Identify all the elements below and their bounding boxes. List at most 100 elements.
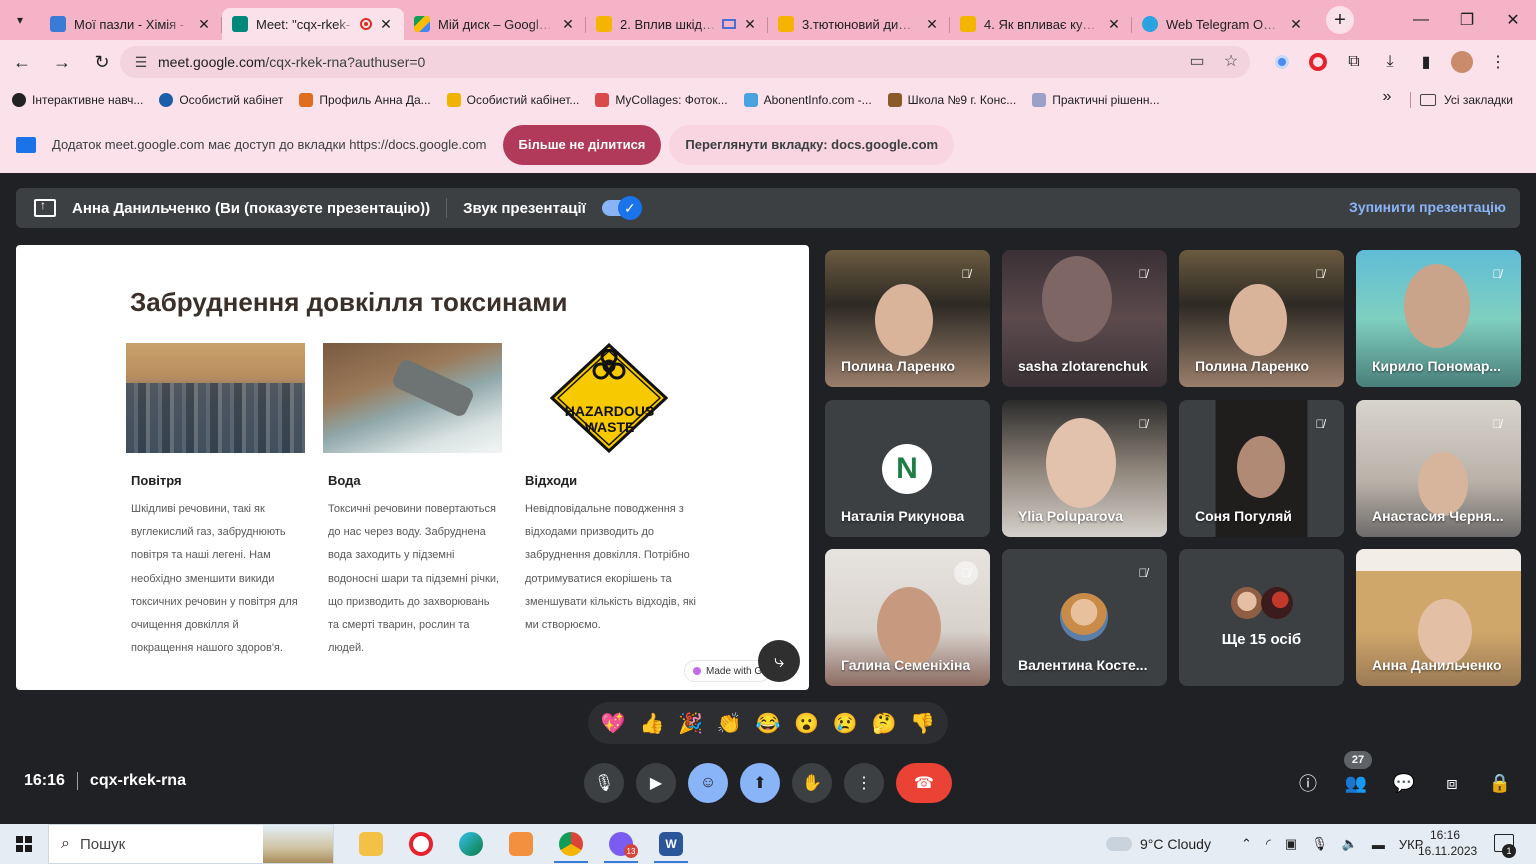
minimize-icon[interactable]: —	[1398, 0, 1444, 40]
bookmark-item[interactable]: Особистий кабінет	[151, 86, 291, 114]
opera-app[interactable]	[396, 824, 446, 864]
meet-favicon-icon	[232, 16, 248, 32]
opera-gx-app[interactable]: 13	[596, 824, 646, 864]
emoji-reactions-button[interactable]: ☺	[688, 763, 728, 803]
close-tab-icon[interactable]: ✕	[378, 16, 394, 33]
bookmark-item[interactable]: MyCollages: Фоток...	[587, 86, 735, 114]
close-window-icon[interactable]: ✕	[1490, 0, 1536, 40]
participant-tile[interactable]: 🎙̸ Валентина Косте...	[1002, 549, 1167, 686]
forward-arrow-icon[interactable]: →	[44, 44, 80, 80]
word-app[interactable]: W	[646, 824, 696, 864]
wifi-icon[interactable]: ◜	[1266, 836, 1271, 852]
participant-tile[interactable]: 🎙̸ Полина Ларенко	[1179, 250, 1344, 387]
tab-puzzles[interactable]: Мої пазли - Хімія - ✕	[40, 8, 222, 40]
participant-tile[interactable]: 🎙̸ Ylia Poluparova	[1002, 400, 1167, 537]
more-bookmarks-chevron-icon[interactable]: »	[1376, 88, 1398, 106]
reaction-sad[interactable]: 😢	[833, 711, 858, 736]
participant-tile[interactable]: 🎙̸ Галина Семеніхіна	[825, 549, 990, 686]
url-text[interactable]: meet.google.com/cqx-rkek-rna?authuser=0	[158, 54, 425, 70]
back-arrow-icon[interactable]: ←	[4, 44, 40, 80]
chat-icon[interactable]: 💬	[1384, 763, 1424, 803]
battery-icon[interactable]: ▬	[1372, 837, 1385, 852]
more-options-button[interactable]: ⋮	[844, 763, 884, 803]
bookmark-item[interactable]: Інтерактивне навч...	[4, 86, 151, 114]
reaction-party[interactable]: 🎉	[678, 711, 703, 736]
tab-slides-4[interactable]: 4. Як впливає куріння ✕	[950, 8, 1132, 40]
taskbar-clock[interactable]: 16:16 16.11.2023	[1418, 827, 1477, 859]
camera-button[interactable]: ▶	[636, 763, 676, 803]
bookmark-item[interactable]: AbonentInfo.com -...	[736, 86, 880, 114]
download-icon[interactable]: ⤓	[1372, 46, 1408, 78]
close-tab-icon[interactable]: ✕	[560, 16, 576, 33]
view-shared-tab-button[interactable]: Переглянути вкладку: docs.google.com	[669, 124, 955, 165]
opera-extension-icon[interactable]	[1300, 46, 1336, 78]
participant-tile[interactable]: 🎙̸ Кирило Пономар...	[1356, 250, 1521, 387]
participant-tile[interactable]: N Наталія Рикунова	[825, 400, 990, 537]
participant-tile[interactable]: 🎙̸ Соня Погуляй	[1179, 400, 1344, 537]
reaction-clap[interactable]: 👏	[717, 711, 742, 736]
close-tab-icon[interactable]: ✕	[196, 16, 212, 33]
participant-tile[interactable]: 🎙̸ sasha zlotarenchuk	[1002, 250, 1167, 387]
raise-hand-button[interactable]: ✋	[792, 763, 832, 803]
host-controls-lock-icon[interactable]: 🔒	[1480, 763, 1520, 803]
file-explorer-app[interactable]	[346, 824, 396, 864]
edge-app[interactable]	[446, 824, 496, 864]
leave-call-button[interactable]: ☎	[896, 763, 952, 803]
reaction-laugh[interactable]: 😂	[756, 711, 781, 736]
microphone-button[interactable]: 🎙	[584, 763, 624, 803]
profile-avatar[interactable]	[1444, 46, 1480, 78]
restore-icon[interactable]: ❐	[1444, 0, 1490, 40]
browser-menu-icon[interactable]: ⋮	[1480, 46, 1516, 78]
close-tab-icon[interactable]: ✕	[924, 16, 940, 33]
stop-sharing-button[interactable]: Більше не ділитися	[502, 124, 662, 165]
all-bookmarks-button[interactable]: Усі закладки	[1420, 84, 1513, 116]
device-icon[interactable]: ▣	[1285, 836, 1297, 852]
activities-icon[interactable]: ⧈	[1432, 763, 1472, 803]
extension-blue-icon[interactable]	[1264, 46, 1300, 78]
close-tab-icon[interactable]: ✕	[742, 16, 758, 33]
taskbar-search[interactable]: ⌕ Пошук	[48, 824, 334, 864]
participant-tile[interactable]: Анна Данильченко	[1356, 549, 1521, 686]
meeting-info-icon[interactable]: ⓘ	[1288, 763, 1328, 803]
camera-indicator-icon[interactable]: ▭	[1186, 50, 1208, 72]
participant-tile[interactable]: 🎙̸ Анастасия Черня...	[1356, 400, 1521, 537]
stop-presenting-button[interactable]: Зупинити презентацію	[1349, 199, 1506, 215]
reaction-thumbs-down[interactable]: 👎	[910, 711, 935, 736]
tab-google-drive[interactable]: Мій диск – Google Д ✕	[404, 8, 586, 40]
microphone-tray-icon[interactable]: 🎙	[1311, 836, 1328, 852]
close-tab-icon[interactable]: ✕	[1288, 16, 1304, 33]
site-info-icon[interactable]: ☰	[126, 54, 156, 71]
presentation-app[interactable]	[496, 824, 546, 864]
bookmark-star-icon[interactable]: ☆	[1220, 50, 1242, 72]
new-tab-button[interactable]: +	[1326, 6, 1354, 34]
reaction-heart[interactable]: 💖	[601, 711, 626, 736]
bookmark-item[interactable]: Профиль Анна Да...	[291, 86, 438, 114]
tab-meet[interactable]: Meet: "cqx-rkek- ✕	[222, 8, 404, 40]
address-bar[interactable]: ☰ meet.google.com/cqx-rkek-rna?authuser=…	[120, 46, 1250, 78]
weather-widget[interactable]: 9°C Cloudy	[1140, 836, 1211, 852]
tab-slides-2[interactable]: 2. Вплив шкідливих ✕	[586, 8, 768, 40]
people-button[interactable]: 27 👥	[1336, 751, 1376, 803]
chevron-up-icon[interactable]: ⌃	[1241, 836, 1252, 852]
reaction-surprised[interactable]: 😮	[794, 711, 819, 736]
bookmark-item[interactable]: Практичні рішенн...	[1024, 86, 1167, 114]
share-icon[interactable]: ⤷	[758, 640, 800, 682]
bookmark-item[interactable]: Особистий кабінет...	[439, 86, 588, 114]
side-panel-icon[interactable]: ▮	[1408, 46, 1444, 78]
reaction-thinking[interactable]: 🤔	[871, 711, 896, 736]
tab-telegram[interactable]: Web Telegram Online ✕	[1132, 8, 1314, 40]
extensions-puzzle-icon[interactable]: ⧉	[1336, 46, 1372, 78]
present-now-button[interactable]: ⬆	[740, 763, 780, 803]
participant-tile[interactable]: 🎙̸ Полина Ларенко	[825, 250, 990, 387]
close-tab-icon[interactable]: ✕	[1106, 16, 1122, 33]
tab-slides-3[interactable]: 3.тютюновий дим.р ✕	[768, 8, 950, 40]
presentation-sound-toggle[interactable]	[601, 196, 642, 220]
chrome-app[interactable]	[546, 824, 596, 864]
reload-icon[interactable]: ↻	[84, 44, 120, 80]
tab-search-button[interactable]: ▾	[6, 6, 34, 34]
bookmark-item[interactable]: Школа №9 г. Конс...	[880, 86, 1025, 114]
start-button[interactable]	[0, 824, 48, 864]
reaction-thumbs-up[interactable]: 👍	[640, 711, 665, 736]
volume-icon[interactable]: 🔈	[1342, 836, 1358, 852]
more-participants-tile[interactable]: Ще 15 осіб	[1179, 549, 1344, 686]
